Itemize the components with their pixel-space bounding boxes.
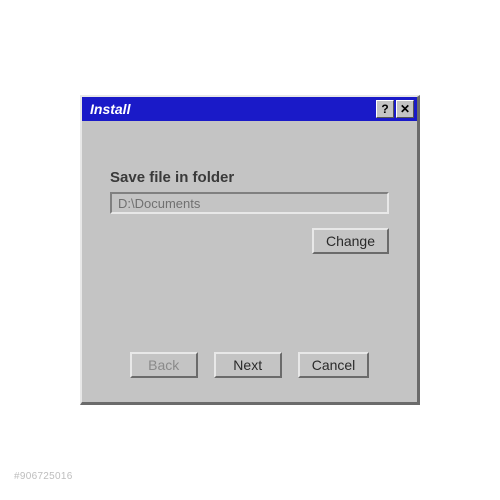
change-row: Change (110, 228, 389, 254)
change-button[interactable]: Change (312, 228, 389, 254)
folder-path-input[interactable] (110, 192, 389, 214)
next-button[interactable]: Next (214, 352, 282, 378)
install-window: Install ? ✕ Save file in folder Change B… (80, 95, 420, 405)
help-button[interactable]: ? (376, 100, 394, 118)
content-area: Save file in folder Change Back Next Can… (82, 121, 417, 402)
window-title: Install (90, 101, 130, 117)
spacer (110, 254, 389, 352)
wizard-buttons: Back Next Cancel (110, 352, 389, 386)
back-button[interactable]: Back (130, 352, 198, 378)
cancel-button[interactable]: Cancel (298, 352, 370, 378)
titlebar-controls: ? ✕ (376, 100, 414, 118)
titlebar: Install ? ✕ (82, 97, 417, 121)
close-icon: ✕ (400, 102, 410, 116)
help-icon: ? (381, 102, 388, 116)
close-button[interactable]: ✕ (396, 100, 414, 118)
save-folder-label: Save file in folder (110, 169, 389, 186)
watermark: #906725016 (14, 471, 73, 482)
